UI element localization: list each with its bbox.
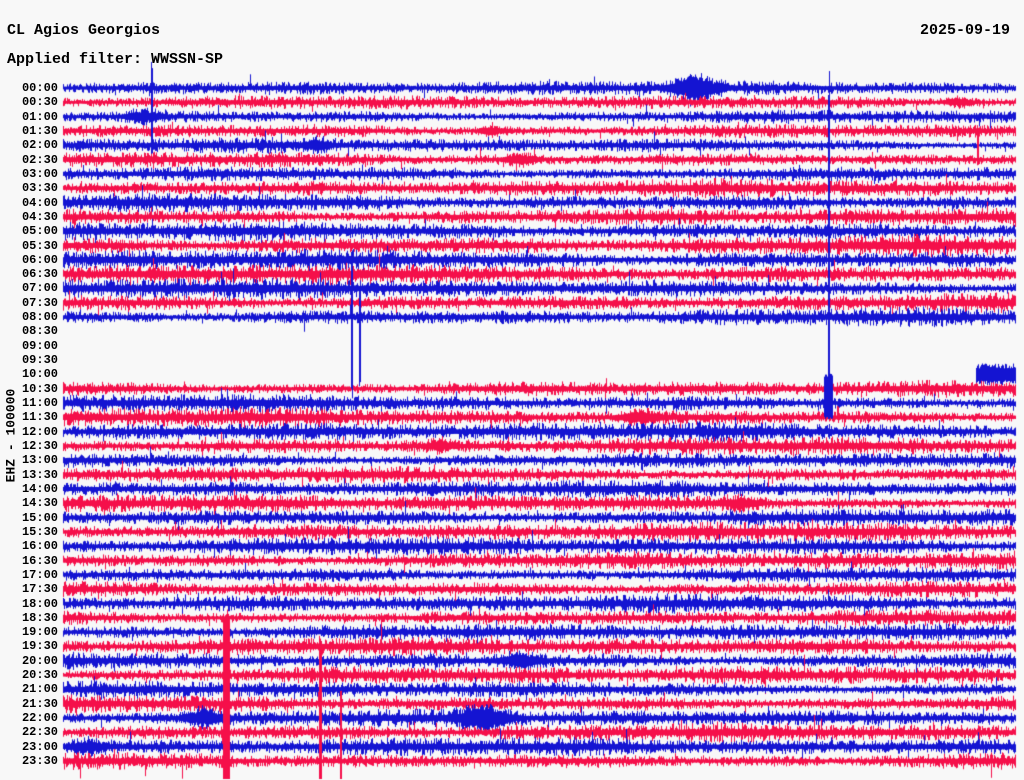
time-label: 05:00 [21,224,58,239]
time-label: 10:30 [21,381,58,396]
date-label: 2025-09-19 [919,22,1010,39]
time-label: 09:30 [21,353,58,368]
time-label: 15:30 [21,524,58,539]
time-label: 18:00 [21,596,58,611]
time-label: 19:00 [21,625,58,640]
time-label: 08:00 [21,310,58,325]
time-label: 22:00 [21,711,58,726]
time-label: 09:00 [21,338,58,353]
time-label: 21:30 [21,696,58,711]
time-label: 13:00 [21,453,58,468]
time-label: 13:30 [21,467,58,482]
time-label: 04:30 [21,209,58,224]
time-label: 15:00 [21,510,58,525]
time-label: 06:00 [21,252,58,267]
time-label: 17:30 [21,582,58,597]
time-label: 11:30 [21,410,58,425]
time-label: 23:30 [21,754,58,769]
time-label: 01:30 [21,123,58,138]
time-label: 07:30 [21,295,58,310]
time-label: 19:30 [21,639,58,654]
time-axis: 00:00 00:30 01:00 01:30 02:00 02:30 03:00 03:30… [0,0,60,780]
time-label: 12:30 [21,439,58,453]
time-label: 12:00 [21,424,58,439]
time-label: 22:30 [21,725,58,740]
time-label: 20:30 [21,668,58,683]
time-label: 16:00 [21,539,58,554]
time-label: 23:00 [21,739,58,754]
time-label: 16:30 [21,553,58,568]
time-label: 08:30 [21,324,58,339]
time-label: 02:30 [21,152,58,167]
time-label: 14:30 [21,496,58,511]
time-label: 04:00 [21,195,58,210]
time-label: 07:00 [21,281,58,296]
time-label: 14:00 [21,481,58,496]
time-label: 00:30 [21,95,58,110]
time-label: 03:00 [21,166,58,181]
time-label: 01:00 [21,109,58,124]
time-label: 02:00 [21,138,58,153]
time-label: 20:00 [21,653,58,668]
time-label: 00:00 [21,81,58,95]
time-label: 21:00 [21,682,58,697]
helicorder-page: CL Agios Georgios 2025-09-19 Applied fil… [0,0,1024,780]
time-label: 17:00 [21,567,58,582]
time-label: 10:00 [21,367,58,382]
time-label: 11:00 [21,396,58,411]
time-label: 06:30 [21,267,58,282]
helicorder-canvas [0,0,1024,780]
time-label: 18:30 [21,610,58,625]
time-label: 05:30 [21,238,58,253]
time-label: 03:30 [21,181,58,196]
